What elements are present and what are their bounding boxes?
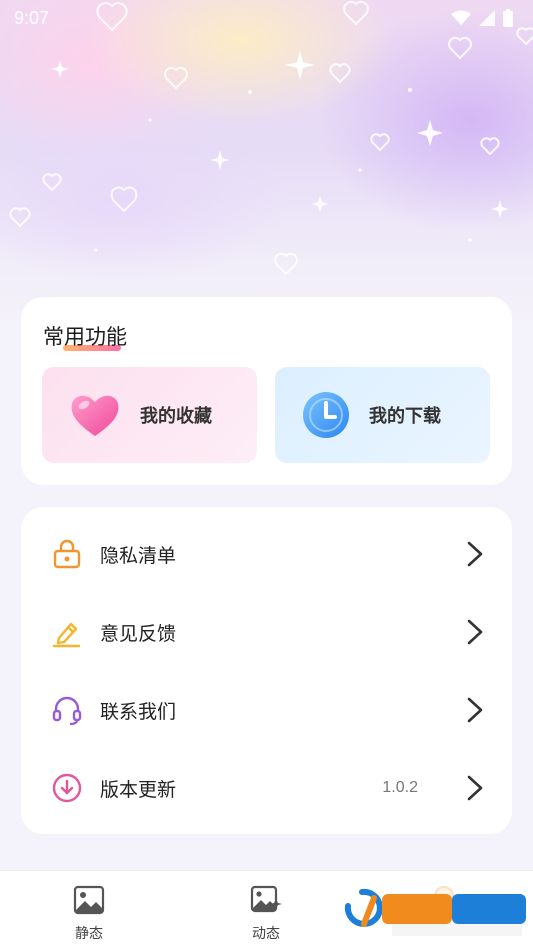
my-downloads-button[interactable]: 我的下载 bbox=[275, 367, 490, 463]
wifi-icon bbox=[451, 10, 471, 25]
chevron-right-icon bbox=[467, 619, 483, 645]
status-time: 9:07 bbox=[14, 7, 50, 28]
tab-animated[interactable]: 动态 bbox=[206, 871, 326, 948]
settings-list-card: 隐私清单 意见反馈 联系我们 版本更新 1.0.2 bbox=[21, 507, 512, 834]
list-item-contact-us[interactable]: 联系我们 bbox=[21, 671, 512, 749]
list-item-feedback[interactable]: 意见反馈 bbox=[21, 593, 512, 671]
list-item-label: 意见反馈 bbox=[100, 622, 177, 645]
tab-static[interactable]: 静态 bbox=[29, 871, 149, 948]
chevron-right-icon bbox=[467, 697, 483, 723]
common-functions-title: 常用功能 bbox=[43, 326, 127, 349]
clock-icon bbox=[303, 392, 349, 438]
image-icon bbox=[73, 885, 105, 915]
tab-label: 静态 bbox=[75, 926, 103, 942]
status-icons bbox=[451, 9, 513, 27]
my-favorites-button[interactable]: 我的收藏 bbox=[42, 367, 257, 463]
watermark-logo bbox=[334, 884, 533, 940]
heart-icon bbox=[71, 395, 119, 436]
chevron-right-icon bbox=[467, 775, 483, 801]
list-item-label: 隐私清单 bbox=[100, 544, 177, 567]
headset-icon bbox=[52, 696, 82, 726]
my-downloads-label: 我的下载 bbox=[369, 406, 441, 427]
list-item-label: 联系我们 bbox=[100, 700, 177, 723]
pencil-icon bbox=[52, 622, 81, 648]
my-favorites-label: 我的收藏 bbox=[140, 406, 212, 427]
common-functions-card: 常用功能 我的收藏 我的下载 bbox=[21, 297, 512, 485]
hero-banner: 9:07 bbox=[0, 0, 533, 330]
list-item-privacy[interactable]: 隐私清单 bbox=[21, 515, 512, 593]
hearts-decoration bbox=[9, 0, 533, 276]
status-bar: 9:07 bbox=[0, 0, 533, 36]
battery-icon bbox=[503, 9, 513, 27]
tab-label: 动态 bbox=[252, 926, 280, 942]
list-item-label: 版本更新 bbox=[100, 778, 177, 801]
chevron-right-icon bbox=[467, 541, 483, 567]
lock-icon bbox=[53, 539, 81, 569]
version-number: 1.0.2 bbox=[382, 779, 418, 796]
list-item-version-update[interactable]: 版本更新 1.0.2 bbox=[21, 749, 512, 827]
download-circle-icon bbox=[52, 773, 82, 803]
signal-icon bbox=[479, 10, 495, 26]
animated-image-icon bbox=[250, 885, 282, 913]
